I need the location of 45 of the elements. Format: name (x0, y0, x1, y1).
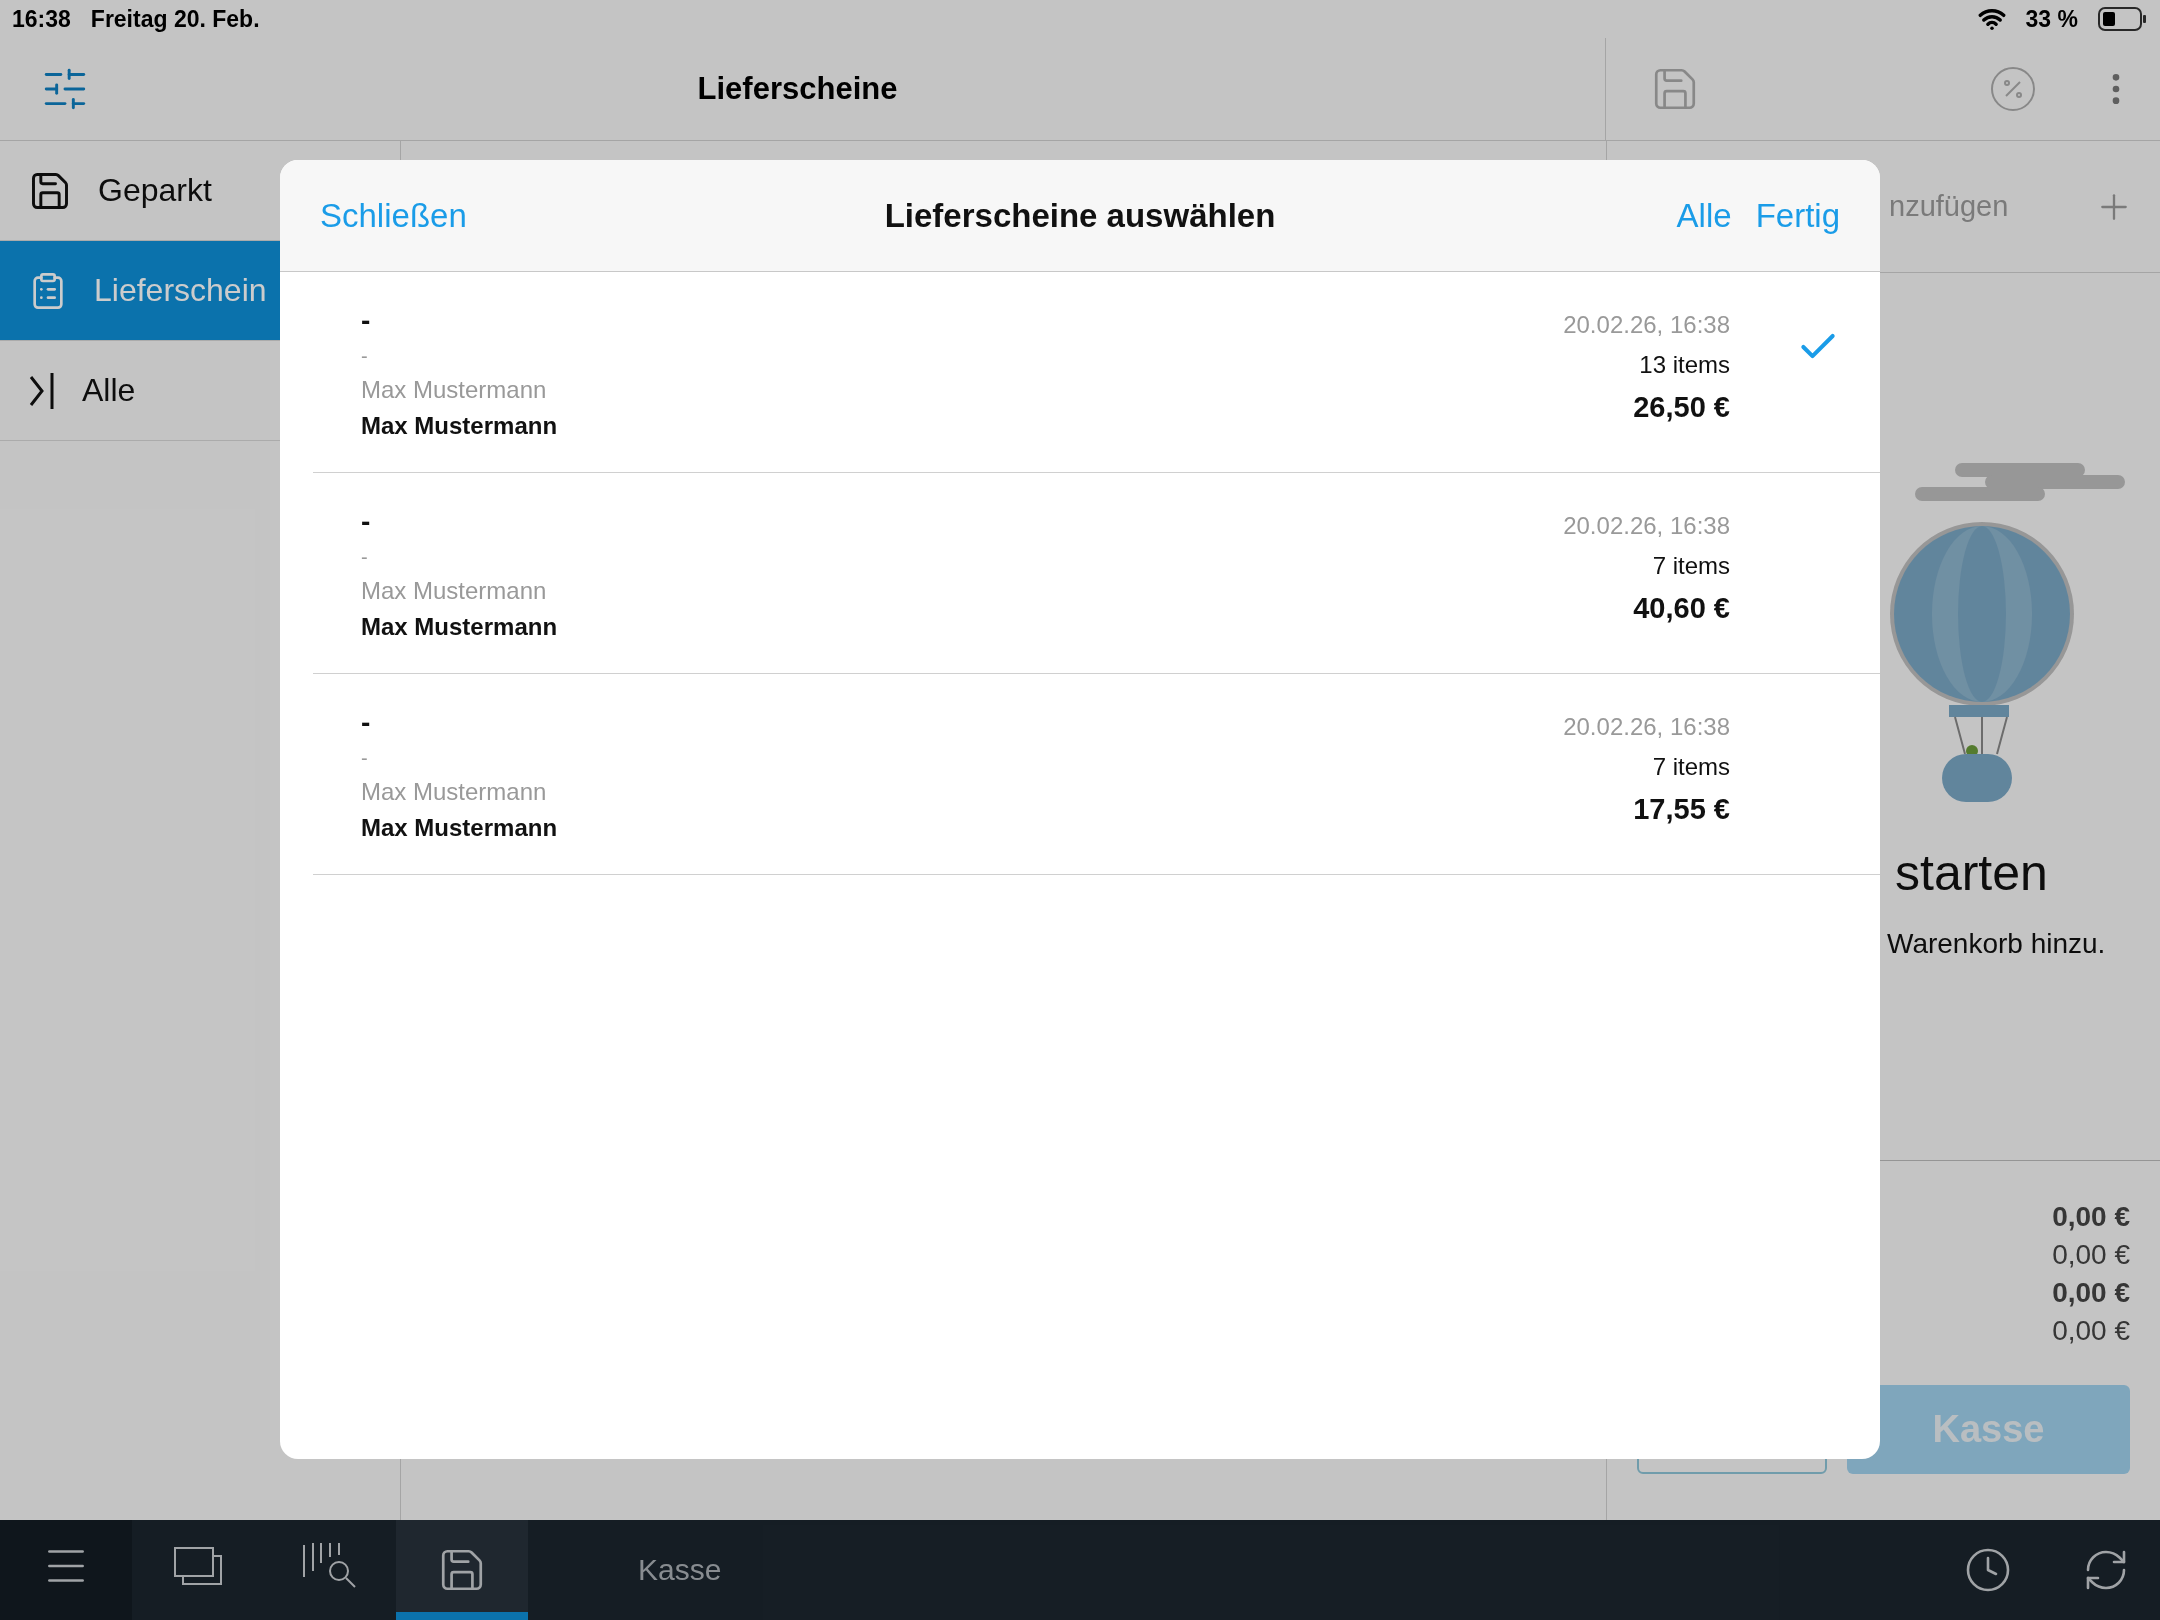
total-amount: 0,00 € (2052, 1315, 2130, 1347)
select-all-button[interactable]: Alle (1676, 196, 1732, 235)
list-row[interactable]: - - Max Mustermann Max Mustermann 20.02.26, 16:38 13 items 26,50 € (313, 272, 1880, 473)
empty-state-title: starten (1895, 844, 2048, 902)
row-title: - (361, 304, 371, 337)
page-title: Lieferscheine (696, 71, 899, 107)
toolbar-label: Kasse (638, 1553, 722, 1587)
list-row[interactable]: - - Max Mustermann Max Mustermann 20.02.26, 16:38 7 items 40,60 € (313, 473, 1880, 674)
total-amount: 0,00 € (2052, 1201, 2130, 1233)
add-customer-label[interactable]: nzufügen (1889, 190, 2094, 223)
battery-percent: 33 % (2025, 5, 2078, 33)
row-total: 26,50 € (1633, 390, 1730, 424)
empty-state-text: Warenkorb hinzu. (1887, 928, 2106, 960)
row-date: 20.02.26, 16:38 (1563, 310, 1730, 339)
row-subtitle: - (361, 746, 368, 770)
windows-icon (173, 1546, 223, 1586)
status-time: 16:38 (12, 5, 71, 33)
row-name: Max Mustermann (361, 576, 547, 605)
row-item-count: 7 items (1652, 551, 1730, 580)
sidebar-label: Lieferschein (94, 272, 267, 309)
row-date: 20.02.26, 16:38 (1563, 712, 1730, 741)
row-name: Max Mustermann (361, 777, 547, 806)
dialog-title: Lieferscheine auswählen (884, 196, 1276, 235)
done-button[interactable]: Fertig (1755, 196, 1840, 235)
battery-icon (2098, 7, 2148, 31)
toolbar-tab[interactable] (0, 1520, 132, 1620)
row-subtitle: - (361, 545, 368, 569)
total-amount: 0,00 € (2052, 1277, 2130, 1309)
status-date: Freitag 20. Feb. (90, 5, 260, 33)
row-customer: Max Mustermann (361, 813, 558, 842)
row-item-count: 13 items (1639, 350, 1730, 379)
row-subtitle: - (361, 344, 368, 368)
row-title: - (361, 706, 371, 739)
row-customer: Max Mustermann (361, 612, 558, 641)
sidebar-label: Alle (82, 372, 136, 409)
row-date: 20.02.26, 16:38 (1563, 511, 1730, 540)
list-row[interactable]: - - Max Mustermann Max Mustermann 20.02.26, 16:38 7 items 17,55 € (313, 674, 1880, 875)
toolbar-tab[interactable] (396, 1520, 528, 1620)
row-total: 17,55 € (1633, 792, 1730, 826)
row-total: 40,60 € (1633, 591, 1730, 625)
total-amount: 0,00 € (2052, 1239, 2130, 1271)
row-title: - (361, 505, 371, 538)
clock-icon[interactable] (1964, 1546, 2012, 1594)
sidebar-label: Geparkt (98, 172, 212, 209)
row-item-count: 7 items (1652, 752, 1730, 781)
